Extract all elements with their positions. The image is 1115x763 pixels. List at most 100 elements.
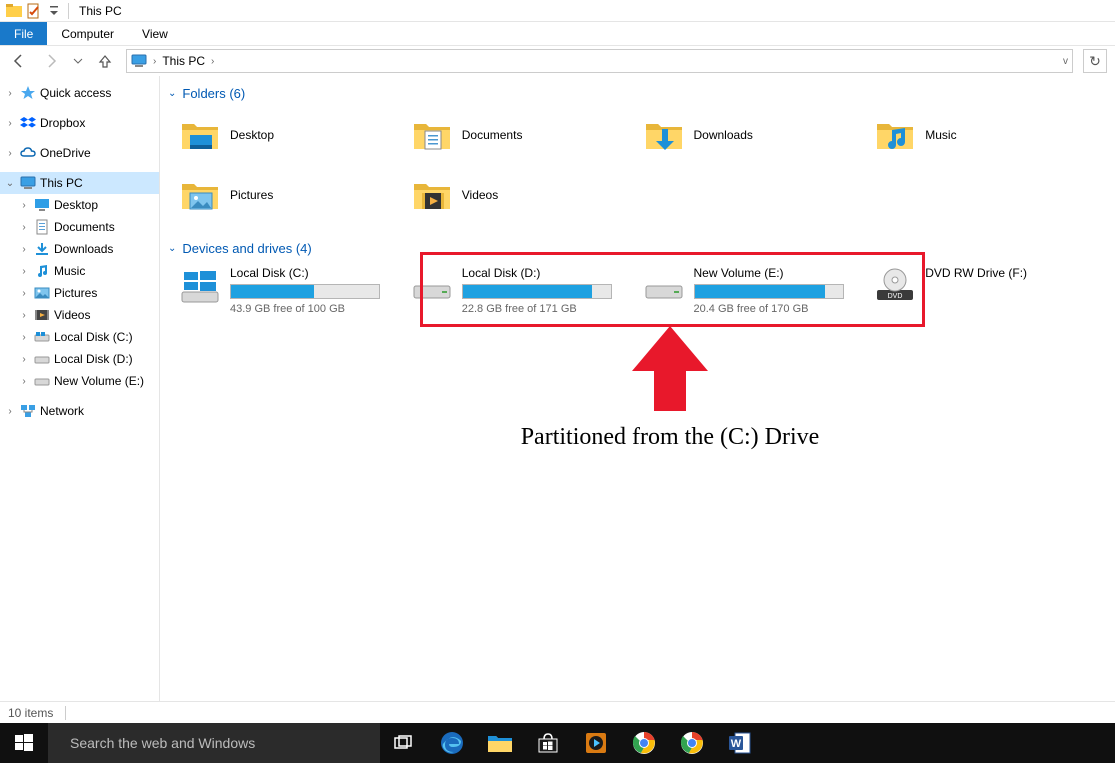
tab-file[interactable]: File bbox=[0, 22, 47, 45]
tree-quick-access[interactable]: › Quick access bbox=[0, 82, 159, 104]
address-bar[interactable]: › This PC › v bbox=[126, 49, 1073, 73]
chevron-right-icon[interactable]: › bbox=[211, 56, 214, 67]
ribbon: File Computer View bbox=[0, 22, 1115, 46]
tree-downloads[interactable]: › Downloads bbox=[0, 238, 159, 260]
pictures-icon bbox=[34, 285, 50, 301]
drive-d-usage-bar bbox=[462, 284, 612, 299]
task-view-button[interactable] bbox=[380, 723, 428, 763]
explorer-app-icon bbox=[6, 3, 22, 19]
music-icon bbox=[34, 263, 50, 279]
folder-desktop[interactable]: Desktop bbox=[180, 111, 412, 159]
taskbar-edge[interactable] bbox=[428, 723, 476, 763]
drive-e-subtext: 20.4 GB free of 170 GB bbox=[694, 303, 876, 315]
tree-dropbox[interactable]: › Dropbox bbox=[0, 112, 159, 134]
tree-videos[interactable]: › Videos bbox=[0, 304, 159, 326]
up-arrow-icon bbox=[630, 326, 710, 416]
drive-e-usage-bar bbox=[694, 284, 844, 299]
drive-f[interactable]: DVD DVD RW Drive (F:) bbox=[875, 266, 1107, 315]
qat-dropdown-icon[interactable] bbox=[46, 3, 56, 19]
tree-local-disk-d[interactable]: › Local Disk (D:) bbox=[0, 348, 159, 370]
cloud-icon bbox=[20, 145, 36, 161]
drive-f-label: DVD RW Drive (F:) bbox=[925, 266, 1107, 280]
this-pc-icon bbox=[131, 53, 147, 69]
properties-icon[interactable] bbox=[26, 3, 42, 19]
tree-new-volume-e[interactable]: › New Volume (E:) bbox=[0, 370, 159, 392]
group-drives-header[interactable]: ⌄ Devices and drives (4) bbox=[168, 237, 1107, 260]
drive-e[interactable]: New Volume (E:) 20.4 GB free of 170 GB bbox=[644, 266, 876, 315]
taskbar-chrome-2[interactable] bbox=[668, 723, 716, 763]
folder-pictures[interactable]: Pictures bbox=[180, 171, 412, 219]
drive-c-label: Local Disk (C:) bbox=[230, 266, 412, 280]
usage-fill bbox=[231, 285, 314, 298]
drive-c-usage-bar bbox=[230, 284, 380, 299]
tree-network[interactable]: › Network bbox=[0, 400, 159, 422]
tree-desktop[interactable]: › Desktop bbox=[0, 194, 159, 216]
folder-desktop-icon bbox=[180, 115, 220, 155]
group-folders-header[interactable]: ⌄ Folders (6) bbox=[168, 82, 1107, 105]
chevron-down-icon: ⌄ bbox=[168, 88, 176, 99]
document-icon bbox=[34, 219, 50, 235]
tree-this-pc[interactable]: ⌄ This PC bbox=[0, 172, 159, 194]
drive-c-subtext: 43.9 GB free of 100 GB bbox=[230, 303, 412, 315]
drive-c[interactable]: Local Disk (C:) 43.9 GB free of 100 GB bbox=[180, 266, 412, 315]
dvd-drive-icon: DVD bbox=[875, 266, 915, 306]
folder-music[interactable]: Music bbox=[875, 111, 1107, 159]
tree-local-disk-c[interactable]: › Local Disk (C:) bbox=[0, 326, 159, 348]
group-drives-label: Devices and drives (4) bbox=[182, 241, 311, 256]
breadcrumb-this-pc[interactable]: This PC bbox=[162, 54, 205, 68]
tab-computer[interactable]: Computer bbox=[47, 22, 128, 45]
nav-row: › This PC › v ↻ bbox=[0, 46, 1115, 76]
annotation-text: Partitioned from the (C:) Drive bbox=[480, 424, 860, 451]
taskbar-store[interactable] bbox=[524, 723, 572, 763]
tab-view[interactable]: View bbox=[128, 22, 182, 45]
folder-music-icon bbox=[875, 115, 915, 155]
folder-downloads-icon bbox=[644, 115, 684, 155]
tree-documents[interactable]: › Documents bbox=[0, 216, 159, 238]
folder-pictures-icon bbox=[180, 175, 220, 215]
tree-onedrive[interactable]: › OneDrive bbox=[0, 142, 159, 164]
taskbar-media-player[interactable] bbox=[572, 723, 620, 763]
drive-e-label: New Volume (E:) bbox=[694, 266, 876, 280]
nav-tree[interactable]: › Quick access › Dropbox › OneDrive ⌄ Th… bbox=[0, 76, 160, 701]
taskbar-explorer[interactable] bbox=[476, 723, 524, 763]
up-button[interactable] bbox=[94, 50, 116, 72]
recent-locations-dropdown[interactable] bbox=[72, 50, 84, 72]
drive-icon bbox=[412, 266, 452, 306]
taskbar-search[interactable]: Search the web and Windows bbox=[48, 723, 380, 763]
start-button[interactable] bbox=[0, 723, 48, 763]
refresh-button[interactable]: ↻ bbox=[1083, 49, 1107, 73]
address-dropdown-icon[interactable]: v bbox=[1063, 56, 1068, 67]
dropbox-icon bbox=[20, 115, 36, 131]
drive-icon bbox=[34, 329, 50, 345]
main-area: › Quick access › Dropbox › OneDrive ⌄ Th… bbox=[0, 76, 1115, 701]
drive-icon bbox=[644, 266, 684, 306]
svg-text:W: W bbox=[731, 738, 742, 750]
videos-icon bbox=[34, 307, 50, 323]
taskbar-chrome-1[interactable] bbox=[620, 723, 668, 763]
network-icon bbox=[20, 403, 36, 419]
status-bar: 10 items bbox=[0, 701, 1115, 723]
drive-d-subtext: 22.8 GB free of 171 GB bbox=[462, 303, 644, 315]
taskbar-word[interactable]: W bbox=[716, 723, 764, 763]
chevron-down-icon: ⌄ bbox=[168, 243, 176, 254]
folders-grid: Desktop Documents Downloads Music bbox=[168, 105, 1107, 237]
folder-documents[interactable]: Documents bbox=[412, 111, 644, 159]
forward-button[interactable] bbox=[40, 50, 62, 72]
search-placeholder: Search the web and Windows bbox=[70, 735, 255, 751]
folder-videos[interactable]: Videos bbox=[412, 171, 644, 219]
usage-fill bbox=[695, 285, 825, 298]
drive-d[interactable]: Local Disk (D:) 22.8 GB free of 171 GB bbox=[412, 266, 644, 315]
titlebar: This PC bbox=[0, 0, 1115, 22]
back-button[interactable] bbox=[8, 50, 30, 72]
tree-music[interactable]: › Music bbox=[0, 260, 159, 282]
folder-downloads[interactable]: Downloads bbox=[644, 111, 876, 159]
folder-documents-icon bbox=[412, 115, 452, 155]
drive-icon bbox=[34, 351, 50, 367]
drive-d-label: Local Disk (D:) bbox=[462, 266, 644, 280]
download-icon bbox=[34, 241, 50, 257]
chevron-right-icon[interactable]: › bbox=[153, 56, 156, 67]
tree-pictures[interactable]: › Pictures bbox=[0, 282, 159, 304]
drives-grid: Local Disk (C:) 43.9 GB free of 100 GB L… bbox=[168, 260, 1107, 315]
desktop-icon bbox=[34, 197, 50, 213]
windows-drive-icon bbox=[180, 266, 220, 306]
